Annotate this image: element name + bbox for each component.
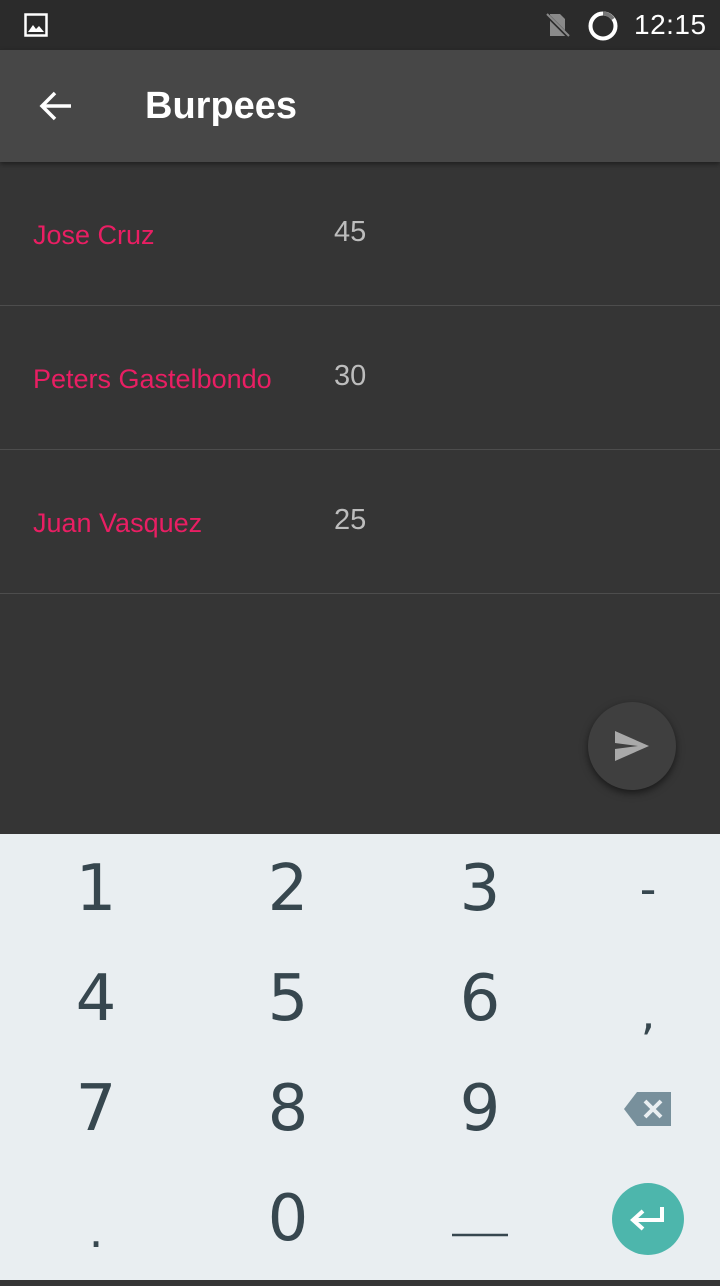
key-5[interactable]: 5 [198,944,378,1054]
space-bar-icon [452,1233,508,1237]
key-7[interactable]: 7 [6,1054,186,1164]
enter-key-background [612,1183,684,1255]
key-minus[interactable]: - [558,834,720,944]
key-9[interactable]: 9 [390,1054,570,1164]
list-item[interactable]: Juan Vasquez 25 [0,450,720,594]
athlete-score: 25 [334,504,367,536]
athlete-name: Peters Gastelbondo [33,364,272,394]
key-1[interactable]: 1 [6,834,186,944]
key-6[interactable]: 6 [390,944,570,1054]
backspace-icon [624,1092,671,1126]
key-4[interactable]: 4 [6,944,186,1054]
athlete-score: 45 [334,216,367,248]
key-3[interactable]: 3 [390,834,570,944]
enter-icon [630,1207,664,1231]
key-0[interactable]: 0 [198,1164,378,1274]
numeric-keyboard: 1 2 3 - 4 5 6 , 7 8 9 . 0 [0,834,720,1280]
enter-key[interactable] [558,1164,720,1274]
athlete-score: 30 [334,360,367,392]
score-list: Jose Cruz 45 Peters Gastelbondo 30 Juan … [0,162,720,594]
space-key[interactable] [390,1164,570,1274]
page-title: Burpees [145,85,298,127]
status-time: 12:15 [634,9,707,40]
status-bar: 12:15 [0,0,720,50]
key-comma[interactable]: , [558,958,720,1068]
no-sim-icon [544,12,571,39]
key-2[interactable]: 2 [198,834,378,944]
list-item[interactable]: Jose Cruz 45 [0,162,720,306]
sync-icon [588,11,618,41]
backspace-key[interactable] [558,1054,720,1164]
arrow-back-icon [39,91,71,121]
send-button[interactable] [588,702,676,790]
send-icon [615,731,649,761]
athlete-name: Juan Vasquez [33,508,203,538]
app-bar: Burpees [0,50,720,162]
back-button[interactable] [28,78,84,134]
list-item[interactable]: Peters Gastelbondo 30 [0,306,720,450]
key-8[interactable]: 8 [198,1054,378,1164]
athlete-name: Jose Cruz [33,220,155,250]
image-icon [24,13,48,37]
key-period[interactable]: . [6,1176,186,1286]
